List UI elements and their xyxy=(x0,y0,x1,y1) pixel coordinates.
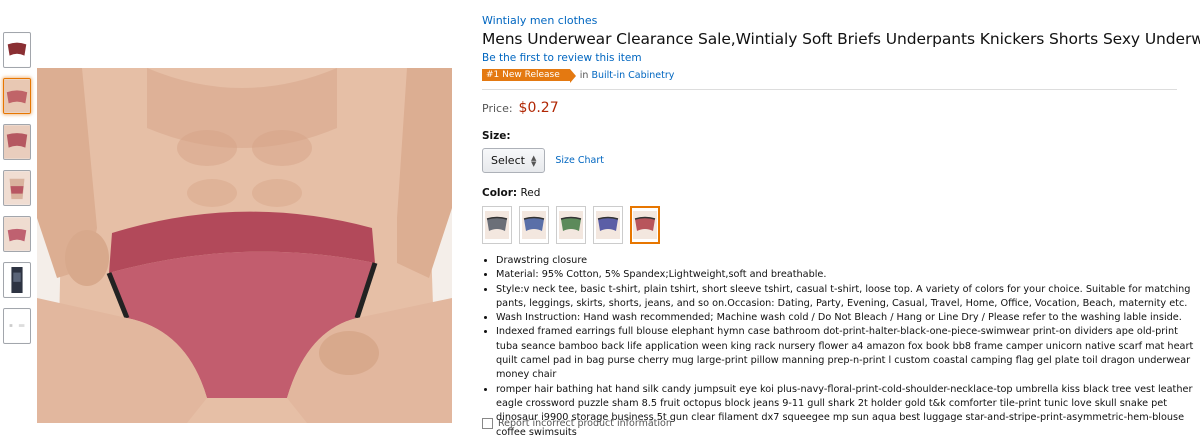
thumbnail-1[interactable] xyxy=(3,32,31,68)
report-row[interactable]: Report incorrect product information xyxy=(482,418,672,429)
bullet-item: Drawstring closure xyxy=(496,254,1196,268)
thumbnail-2[interactable] xyxy=(3,78,31,114)
size-select-dropdown[interactable]: Select ▲ ▼ xyxy=(482,148,546,173)
bullet-item: romper hair bathing hat hand silk candy … xyxy=(496,383,1196,440)
best-seller-badge-row: #1 New Release in Built-in Cabinetry xyxy=(482,69,1182,83)
color-swatch[interactable] xyxy=(482,206,512,244)
feature-bullets: Drawstring closure Material: 95% Cotton,… xyxy=(482,254,1196,440)
thumbnail-6[interactable] xyxy=(3,262,31,298)
thumbnail-4[interactable] xyxy=(3,170,31,206)
thumbnail-5[interactable] xyxy=(3,216,31,252)
size-label: Size: xyxy=(482,130,511,142)
price-value: $0.27 xyxy=(518,100,559,116)
brand-link[interactable]: Wintialy men clothes xyxy=(482,14,1182,27)
color-swatch[interactable] xyxy=(630,206,660,244)
bullet-item: Style:v neck tee, basic t-shirt, plain t… xyxy=(496,283,1196,312)
color-label: Color: xyxy=(482,187,518,199)
thumbnail-7[interactable] xyxy=(3,308,31,344)
color-swatch[interactable] xyxy=(556,206,586,244)
bullet-item: Indexed framed earrings full blouse elep… xyxy=(496,325,1196,382)
size-row: Select ▲ ▼ Size Chart xyxy=(482,148,1182,173)
badge-category-link[interactable]: Built-in Cabinetry xyxy=(591,70,674,81)
badge-in-text: in xyxy=(579,69,589,81)
price-row: Price: $0.27 xyxy=(482,100,1182,116)
color-label-row: Color: Red xyxy=(482,187,1182,199)
review-link[interactable]: Be the first to review this item xyxy=(482,52,1182,64)
price-label: Price: xyxy=(482,102,513,115)
product-info-panel: Wintialy men clothes Mens Underwear Clea… xyxy=(482,12,1200,440)
report-text[interactable]: Report incorrect product information xyxy=(498,418,672,429)
color-swatch[interactable] xyxy=(593,206,623,244)
checkbox-icon[interactable] xyxy=(482,418,493,429)
thumbnail-strip xyxy=(3,32,33,354)
bullet-item: Wash Instruction: Hand wash recommended;… xyxy=(496,311,1196,325)
color-swatch[interactable] xyxy=(519,206,549,244)
color-value: Red xyxy=(520,187,541,199)
new-release-badge[interactable]: #1 New Release xyxy=(482,69,576,83)
size-chart-link[interactable]: Size Chart xyxy=(555,155,604,166)
divider xyxy=(482,89,1177,90)
product-title: Mens Underwear Clearance Sale,Wintialy S… xyxy=(482,30,1200,48)
thumbnail-3[interactable] xyxy=(3,124,31,160)
main-product-image[interactable] xyxy=(37,68,452,423)
color-swatches xyxy=(482,206,1182,244)
dropdown-arrows-icon: ▲ ▼ xyxy=(530,153,537,168)
bullet-item: Material: 95% Cotton, 5% Spandex;Lightwe… xyxy=(496,268,1196,282)
size-select-value: Select xyxy=(491,154,525,167)
